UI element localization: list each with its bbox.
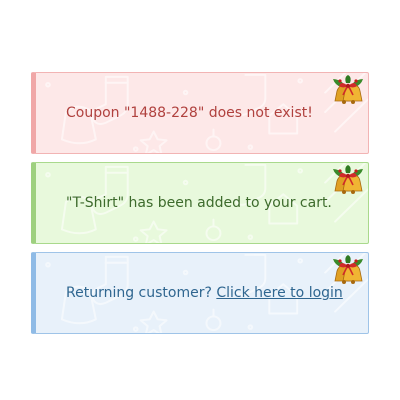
info-message: Returning customer? Click here to login bbox=[66, 253, 343, 333]
login-link[interactable]: Click here to login bbox=[216, 285, 342, 301]
info-notice: Returning customer? Click here to login bbox=[31, 252, 369, 334]
success-message: "T-Shirt" has been added to your cart. bbox=[66, 195, 332, 211]
info-message-prefix: Returning customer? bbox=[66, 285, 212, 301]
success-notice: "T-Shirt" has been added to your cart. bbox=[31, 162, 369, 244]
christmas-bells-icon bbox=[332, 75, 364, 105]
error-message: Coupon "1488-228" does not exist! bbox=[66, 105, 313, 121]
christmas-bells-icon bbox=[332, 165, 364, 195]
error-notice: Coupon "1488-228" does not exist! bbox=[31, 72, 369, 154]
christmas-bells-icon bbox=[332, 255, 364, 285]
